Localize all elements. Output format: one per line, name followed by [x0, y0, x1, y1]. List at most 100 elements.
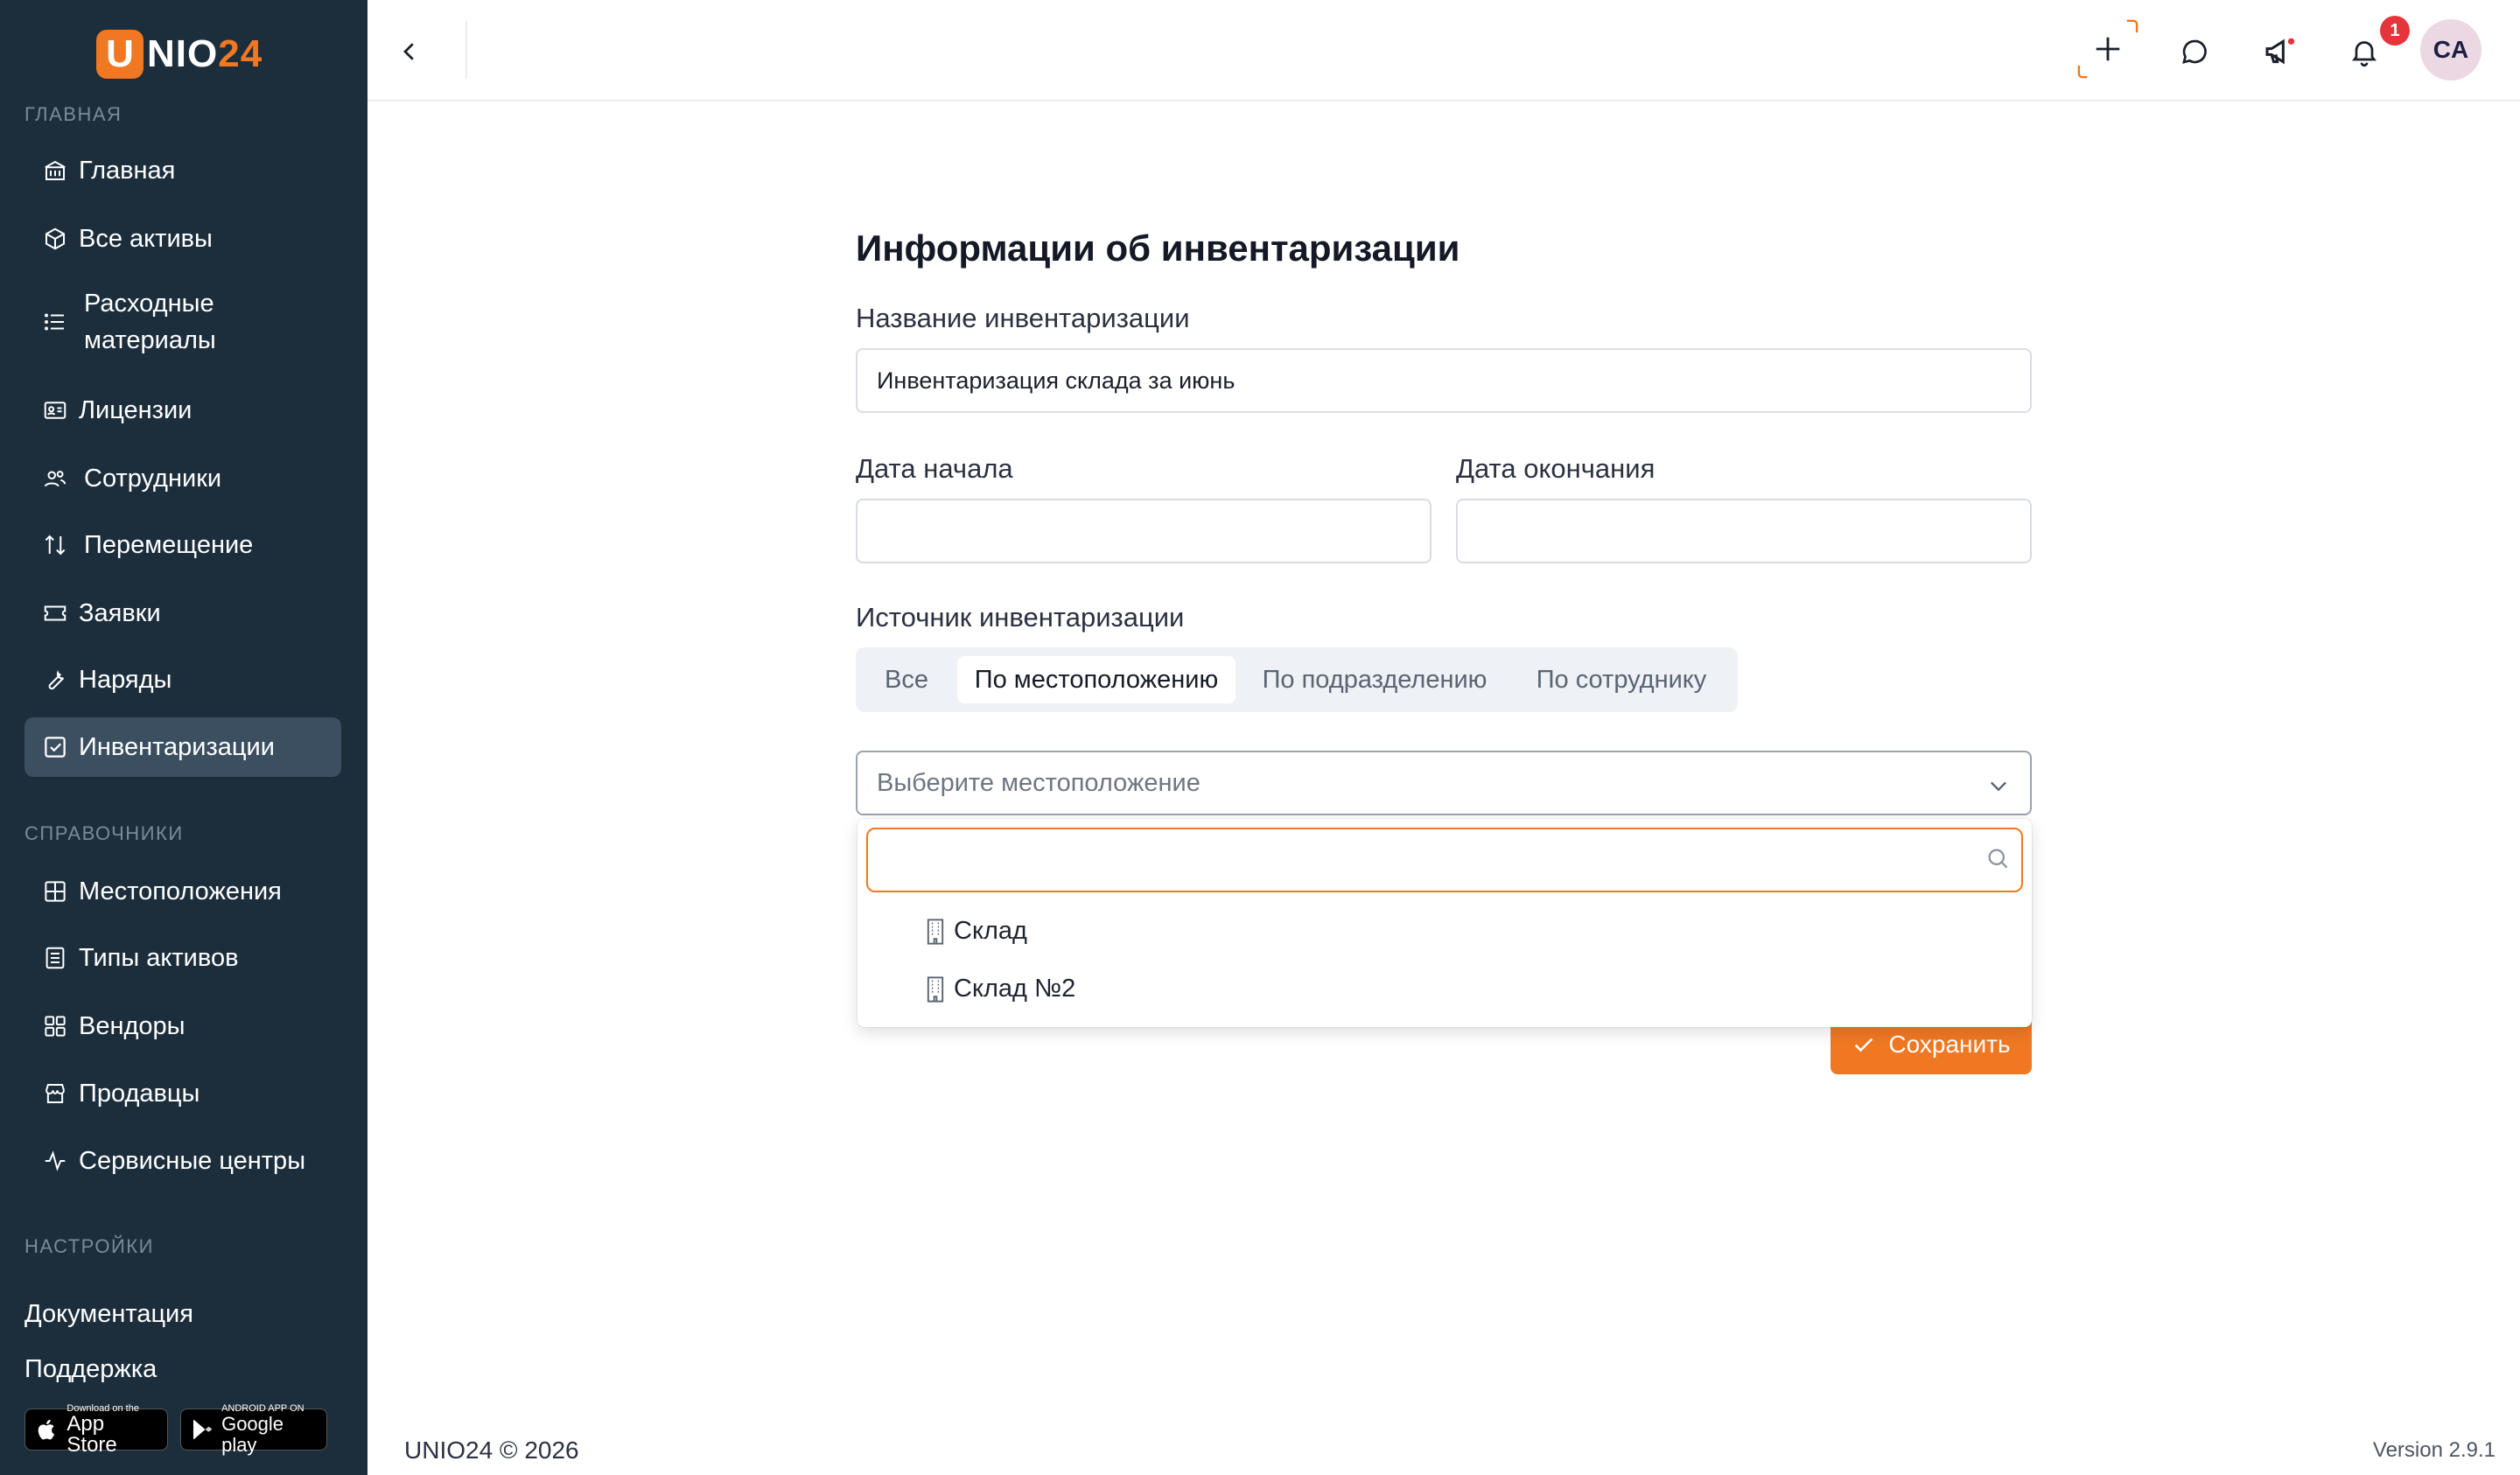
documentation-link[interactable]: Документация	[24, 1300, 193, 1329]
sidebar-item-asset-types[interactable]: Типы активов	[24, 940, 341, 976]
logo-number: 24	[218, 32, 263, 75]
building-icon	[927, 918, 944, 945]
activity-icon	[38, 1144, 72, 1178]
sidebar-item-sellers[interactable]: Продавцы	[24, 1075, 341, 1112]
sidebar-item-work-orders[interactable]: Наряды	[24, 661, 341, 698]
notification-badge: 1	[2380, 16, 2410, 45]
apps-icon	[38, 1010, 72, 1043]
checkbox-icon	[38, 731, 72, 764]
ticket-icon	[38, 597, 72, 630]
location-option[interactable]: Склад	[926, 917, 1027, 946]
list-icon	[38, 305, 72, 339]
id-card-icon	[38, 394, 72, 427]
tab-by-department[interactable]: По подразделению	[1248, 656, 1502, 703]
location-dropdown: Склад Склад №2	[858, 819, 2032, 1027]
start-date-input[interactable]	[856, 499, 1432, 563]
sidebar-item-label: Наряды	[79, 666, 172, 694]
search-icon	[1988, 849, 2008, 869]
sidebar-item-label: Лицензии	[79, 396, 192, 424]
sidebar-item-label: Главная	[79, 157, 176, 185]
section-main-title: ГЛАВНАЯ	[24, 103, 122, 125]
sidebar-item-service-centers[interactable]: Сервисные центры	[24, 1143, 341, 1179]
sidebar-item-label: Сервисные центры	[79, 1147, 306, 1175]
location-option-label: Склад №2	[954, 975, 1076, 1003]
logo[interactable]: U NIO 24	[96, 29, 262, 80]
source-tabs: Все По местоположению По подразделению П…	[856, 647, 1738, 712]
source-label: Источник инвентаризации	[856, 602, 1185, 633]
store-icon	[38, 1077, 72, 1110]
header-divider	[466, 21, 467, 79]
start-date-label: Дата начала	[856, 453, 1013, 484]
page-title: Информации об инвентаризации	[856, 227, 1460, 269]
announcements-button[interactable]	[2256, 28, 2305, 75]
sidebar-item-label: Перемещение	[84, 531, 254, 559]
chat-icon	[2182, 39, 2207, 64]
avatar[interactable]: CA	[2420, 19, 2482, 80]
support-link[interactable]: Поддержка	[24, 1355, 157, 1384]
sidebar-item-label: Все активы	[79, 225, 213, 253]
sidebar-item-employees[interactable]: Сотрудники	[24, 460, 341, 497]
document-list-icon	[38, 941, 72, 975]
sidebar-item-label: Заявки	[79, 599, 161, 627]
wrench-icon	[38, 663, 72, 696]
sidebar-item-requests[interactable]: Заявки	[24, 595, 341, 632]
users-icon	[38, 462, 72, 495]
arrows-up-down-icon	[38, 528, 72, 562]
add-button[interactable]	[2077, 19, 2138, 79]
sidebar-item-transfer[interactable]: Перемещение	[24, 527, 341, 563]
sidebar-item-label: Расходные материалы	[84, 290, 216, 354]
sidebar-item-home[interactable]: Главная	[24, 152, 341, 189]
google-play-label: Google play	[221, 1413, 284, 1456]
back-button[interactable]	[385, 28, 434, 75]
location-option-label: Склад	[954, 917, 1027, 945]
section-refs-title: СПРАВОЧНИКИ	[24, 822, 184, 844]
section-settings-title: НАСТРОЙКИ	[24, 1235, 154, 1257]
sidebar-item-assets[interactable]: Все активы	[24, 220, 341, 257]
sidebar-item-label: Местоположения	[79, 877, 282, 905]
check-icon	[1855, 1038, 1873, 1052]
name-label: Название инвентаризации	[856, 303, 1190, 333]
sidebar-item-inventory[interactable]: Инвентаризации	[24, 717, 341, 777]
footer-copyright: UNIO24 © 2026	[404, 1437, 579, 1464]
tab-by-employee[interactable]: По сотруднику	[1514, 656, 1729, 703]
sidebar-item-consumables[interactable]: Расходные материалы	[24, 285, 341, 359]
cube-icon	[38, 222, 72, 255]
google-play-button[interactable]: ANDROID APP ON Google play	[180, 1403, 327, 1456]
plus-icon	[2077, 19, 2138, 79]
name-input[interactable]: Инвентаризация склада за июнь	[856, 348, 2032, 413]
app-store-button[interactable]: Download on the App Store	[24, 1403, 168, 1456]
chevron-down-icon	[1991, 781, 2006, 792]
google-play-icon	[192, 1419, 212, 1440]
sidebar-item-label: Вендоры	[79, 1012, 186, 1040]
save-button-label: Сохранить	[1888, 1031, 2011, 1058]
location-option[interactable]: Склад №2	[926, 975, 1075, 1003]
apple-icon	[38, 1419, 55, 1440]
sidebar-item-label: Инвентаризации	[79, 733, 275, 761]
chevron-left-icon	[403, 43, 414, 60]
sidebar: U NIO 24 ГЛАВНАЯ Главная Все активы Расх…	[0, 0, 368, 1475]
footer-version: Version 2.9.1	[2372, 1438, 2496, 1462]
logo-badge: U	[96, 30, 144, 79]
sidebar-item-licenses[interactable]: Лицензии	[24, 392, 341, 429]
app-store-label: App Store	[66, 1412, 117, 1457]
name-input-value: Инвентаризация склада за июнь	[877, 367, 1236, 394]
end-date-label: Дата окончания	[1456, 453, 1656, 484]
bell-icon	[2352, 41, 2376, 67]
megaphone-icon	[2265, 38, 2295, 65]
tab-by-location[interactable]: По местоположению	[957, 656, 1236, 703]
sidebar-item-locations[interactable]: Местоположения	[24, 873, 341, 910]
bank-icon	[38, 154, 72, 187]
building-icon	[927, 975, 944, 1003]
end-date-input[interactable]	[1456, 499, 2032, 563]
logo-text: NIO	[147, 32, 219, 75]
sidebar-item-label: Продавцы	[79, 1080, 200, 1108]
location-select[interactable]: Выберите местоположение	[856, 751, 2032, 815]
chat-button[interactable]	[2170, 28, 2219, 75]
tab-all[interactable]: Все	[864, 656, 948, 703]
sidebar-item-label: Типы активов	[79, 944, 239, 972]
sidebar-item-vendors[interactable]: Вендоры	[24, 1008, 341, 1045]
location-search-input[interactable]	[866, 828, 2023, 892]
top-bar: 1 CA	[368, 0, 2520, 101]
sidebar-item-label: Сотрудники	[84, 465, 222, 493]
location-select-placeholder: Выберите местоположение	[877, 768, 1200, 797]
